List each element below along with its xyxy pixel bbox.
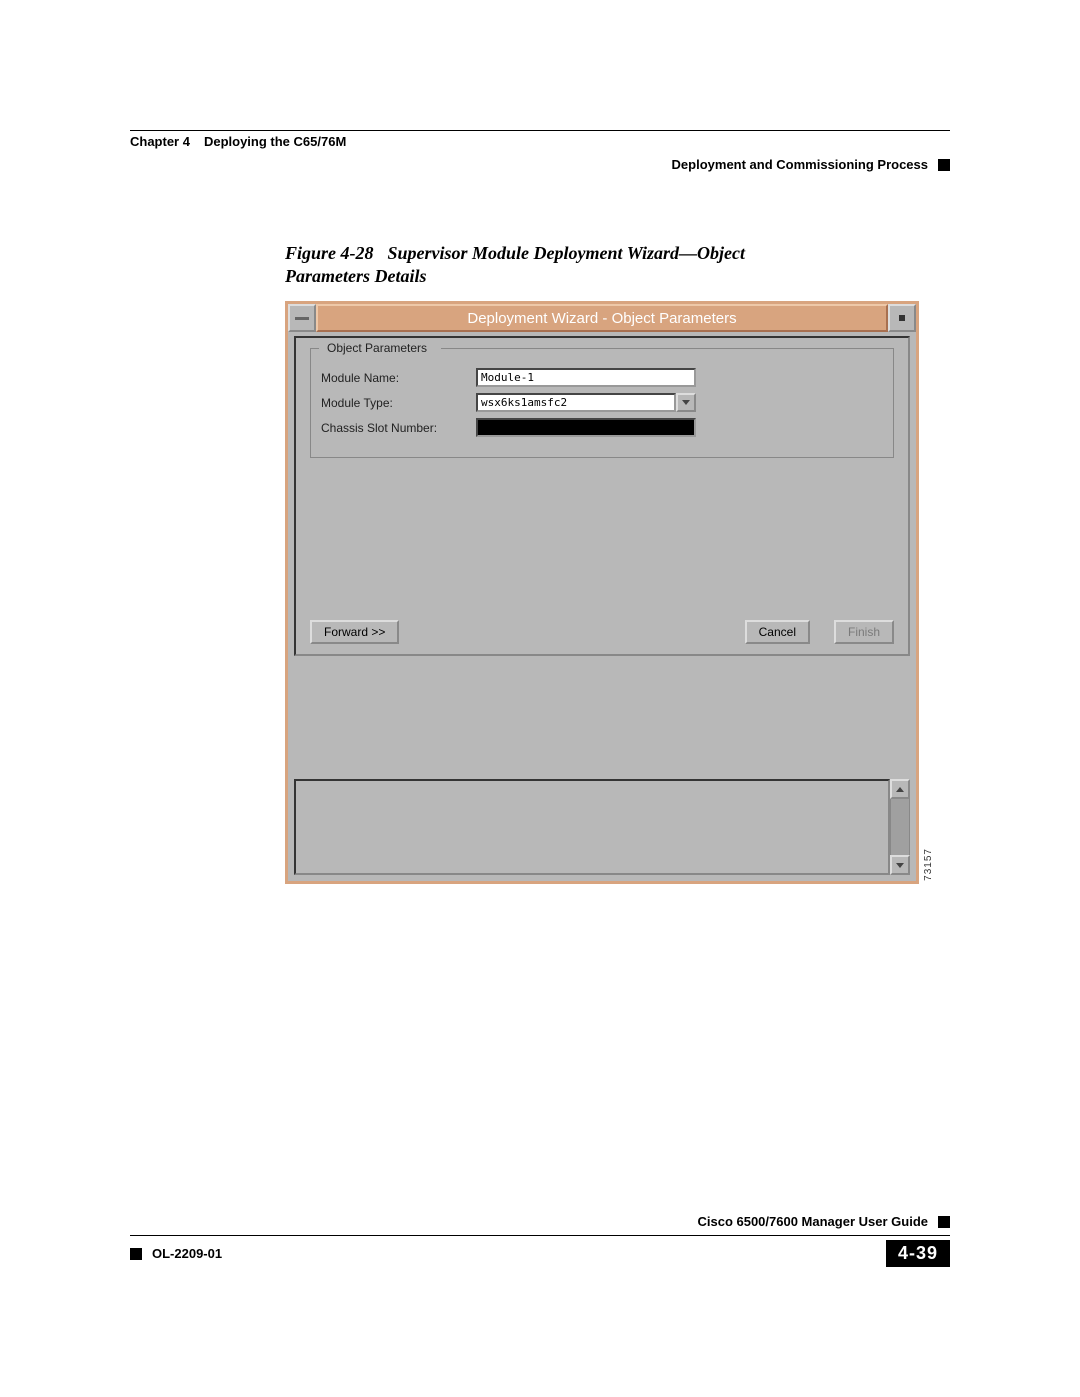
header-rule [130,130,950,131]
chapter-title: Deploying the C65/76M [204,134,346,149]
input-module-name[interactable]: Module-1 [476,368,696,387]
footer-rule [130,1235,950,1236]
header-marker-icon [938,159,950,171]
chevron-down-icon [682,400,690,405]
scroll-down-button[interactable] [890,855,910,875]
object-parameters-fieldset: Object Parameters Module Name: Module-1 … [310,348,894,458]
guide-title: Cisco 6500/7600 Manager User Guide [697,1214,928,1229]
window-title: Deployment Wizard - Object Parameters [316,304,888,332]
page-footer: Cisco 6500/7600 Manager User Guide OL-22… [130,1214,950,1267]
main-panel: Object Parameters Module Name: Module-1 … [294,336,910,656]
input-module-type[interactable]: wsx6ks1amsfc2 [476,393,676,412]
dot-icon [899,315,905,321]
log-textarea[interactable] [294,779,890,875]
log-pane [294,779,910,875]
label-module-type: Module Type: [321,396,476,410]
chapter-label: Chapter 4 [130,134,190,149]
footer-marker-icon-2 [130,1248,142,1260]
row-chassis-slot: Chassis Slot Number: [321,418,883,437]
finish-button: Finish [834,620,894,644]
row-module-type: Module Type: wsx6ks1amsfc2 [321,393,883,412]
footer-marker-icon [938,1216,950,1228]
log-scrollbar[interactable] [890,779,910,875]
cancel-button[interactable]: Cancel [745,620,810,644]
doc-id: OL-2209-01 [152,1246,222,1261]
page-header: Chapter 4 Deploying the C65/76M [130,134,950,149]
scroll-up-button[interactable] [890,779,910,799]
label-chassis-slot: Chassis Slot Number: [321,421,476,435]
figure-caption: Figure 4-28Supervisor Module Deployment … [285,242,825,287]
input-chassis-slot[interactable] [476,418,696,437]
wizard-buttons: Forward >> Cancel Finish [296,620,908,644]
row-module-name: Module Name: Module-1 [321,368,883,387]
fieldset-legend: Object Parameters [323,341,431,355]
page-subheader: Deployment and Commissioning Process [130,157,950,172]
figure-label: Figure 4-28 [285,243,374,263]
arrow-down-icon [896,863,904,868]
dropdown-button-module-type[interactable] [676,393,696,412]
window-minimize-button[interactable] [888,304,916,332]
scroll-track[interactable] [890,799,910,855]
wizard-window: Deployment Wizard - Object Parameters Ob… [285,301,919,884]
arrow-up-icon [896,787,904,792]
titlebar: Deployment Wizard - Object Parameters [288,304,916,332]
window-menu-button[interactable] [288,304,316,332]
image-id: 73157 [923,848,934,881]
section-title: Deployment and Commissioning Process [672,157,928,172]
forward-button[interactable]: Forward >> [310,620,399,644]
page-number: 4-39 [886,1240,950,1267]
label-module-name: Module Name: [321,371,476,385]
dash-icon [295,317,309,320]
